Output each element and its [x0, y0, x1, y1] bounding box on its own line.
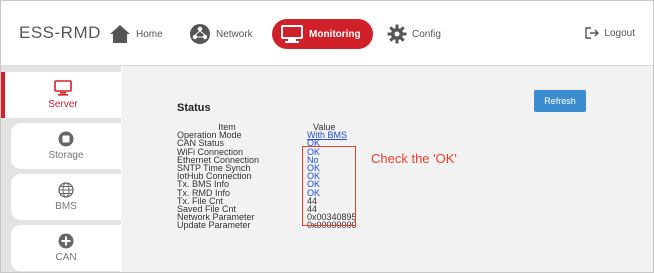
sidebar-item-bms[interactable]: BMS: [11, 174, 121, 220]
nav-home-label: Home: [136, 28, 163, 40]
network-icon: [190, 24, 210, 44]
nav-network-label: Network: [216, 28, 253, 40]
annotation-text: Check the 'OK': [371, 151, 457, 166]
sidebar-item-label: Server: [48, 99, 78, 110]
nav-config[interactable]: Config: [387, 19, 441, 49]
nav-config-label: Config: [412, 28, 441, 40]
logout-icon: [585, 27, 600, 39]
monitor-icon: [281, 25, 303, 43]
home-icon: [110, 25, 130, 43]
nav-monitoring-label: Monitoring: [309, 28, 361, 40]
monitor-icon: [54, 80, 72, 96]
nav-home[interactable]: Home: [109, 19, 163, 49]
storage-icon: [58, 131, 74, 147]
main-panel: Status Refresh Item Value Operation Mode…: [122, 66, 653, 272]
highlight-box: [302, 146, 356, 226]
sidebar: Server Storage BMS CAN: [1, 66, 121, 272]
sidebar-item-can[interactable]: CAN: [11, 225, 121, 271]
top-navigation-bar: ESS-RMD Home Network Monitoring Config L…: [1, 1, 653, 66]
sidebar-item-label: Storage: [48, 150, 84, 161]
gear-icon: [387, 24, 407, 44]
app-window: ESS-RMD Home Network Monitoring Config L…: [0, 0, 654, 273]
row-item-label: Update Parameter: [177, 220, 251, 231]
sidebar-item-label: BMS: [55, 201, 77, 212]
refresh-button[interactable]: Refresh: [534, 90, 586, 112]
sidebar-item-storage[interactable]: Storage: [11, 123, 121, 169]
plus-circle-icon: [58, 233, 74, 249]
nav-network[interactable]: Network: [189, 19, 253, 49]
brand-title: ESS-RMD: [19, 23, 101, 42]
nav-monitoring[interactable]: Monitoring: [272, 19, 373, 49]
sidebar-item-label: CAN: [55, 252, 77, 263]
logout-label: Logout: [604, 27, 635, 39]
page-title: Status: [177, 102, 211, 114]
globe-icon: [58, 182, 74, 198]
sidebar-item-server[interactable]: Server: [1, 72, 121, 118]
logout-button[interactable]: Logout: [585, 27, 635, 39]
